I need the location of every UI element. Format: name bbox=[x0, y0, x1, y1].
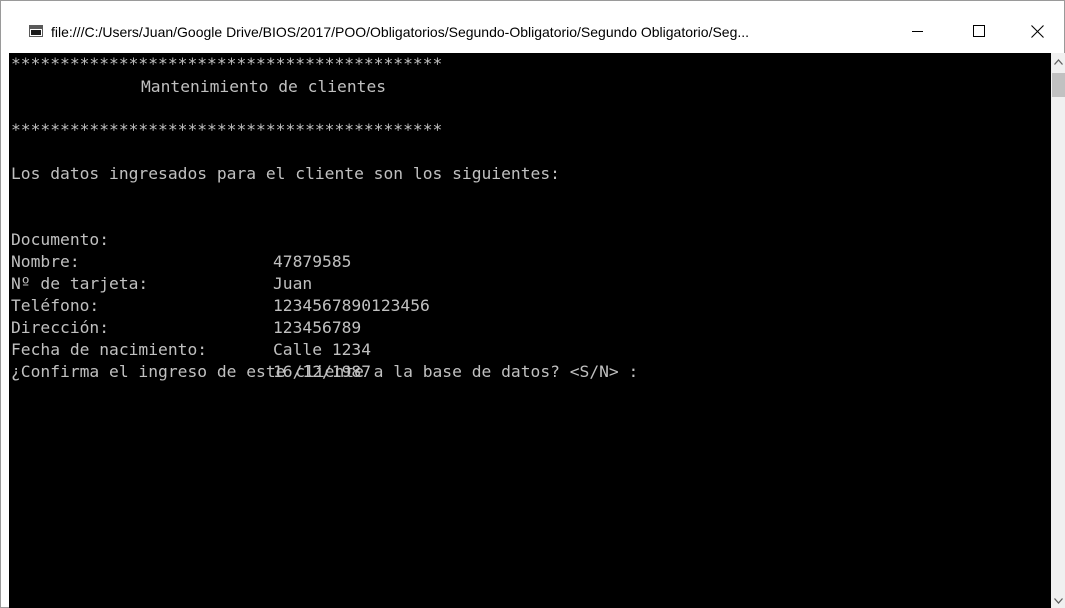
console-window: file:///C:/Users/Juan/Google Drive/BIOS/… bbox=[0, 0, 1065, 608]
minimize-button[interactable] bbox=[894, 8, 940, 54]
field-row-telefono: Teléfono: 123456789 bbox=[9, 273, 909, 337]
window-title: file:///C:/Users/Juan/Google Drive/BIOS/… bbox=[51, 24, 750, 40]
maximize-icon bbox=[973, 25, 985, 37]
title-bar[interactable]: file:///C:/Users/Juan/Google Drive/BIOS/… bbox=[1, 1, 1064, 53]
stars-top-line: ****************************************… bbox=[11, 54, 443, 73]
scroll-thumb[interactable] bbox=[1052, 73, 1065, 97]
close-button[interactable] bbox=[1014, 8, 1060, 54]
scroll-up-button[interactable] bbox=[1051, 53, 1065, 70]
console-output[interactable]: ****************************************… bbox=[9, 53, 1051, 608]
intro-text: Los datos ingresados para el cliente son… bbox=[11, 164, 560, 183]
scroll-down-button[interactable] bbox=[1051, 592, 1065, 608]
vertical-scrollbar[interactable] bbox=[1051, 53, 1065, 608]
field-row-nombre: Nombre: Juan bbox=[9, 229, 909, 293]
console-app-icon[interactable] bbox=[29, 25, 43, 37]
close-icon bbox=[1030, 24, 1044, 38]
maximize-button[interactable] bbox=[956, 8, 1002, 54]
field-row-direccion: Dirección: Calle 1234 bbox=[9, 295, 909, 359]
field-label: Fecha de nacimiento: bbox=[11, 340, 208, 359]
confirm-prompt: ¿Confirma el ingreso de este cliente a l… bbox=[11, 362, 639, 381]
scroll-up-arrow-icon bbox=[1054, 58, 1063, 65]
field-row-documento: Documento: 47879585 bbox=[9, 207, 909, 271]
minimize-icon bbox=[911, 30, 923, 32]
field-row-fecha-nacimiento: Fecha de nacimiento: 16/12/1987 bbox=[9, 317, 909, 381]
scroll-down-arrow-icon bbox=[1054, 597, 1063, 604]
field-value: Calle 1234 bbox=[273, 340, 372, 359]
field-row-tarjeta: Nº de tarjeta: 1234567890123456 bbox=[9, 251, 909, 315]
console-heading: Mantenimiento de clientes bbox=[141, 77, 387, 96]
stars-bottom-line: ****************************************… bbox=[11, 120, 443, 139]
